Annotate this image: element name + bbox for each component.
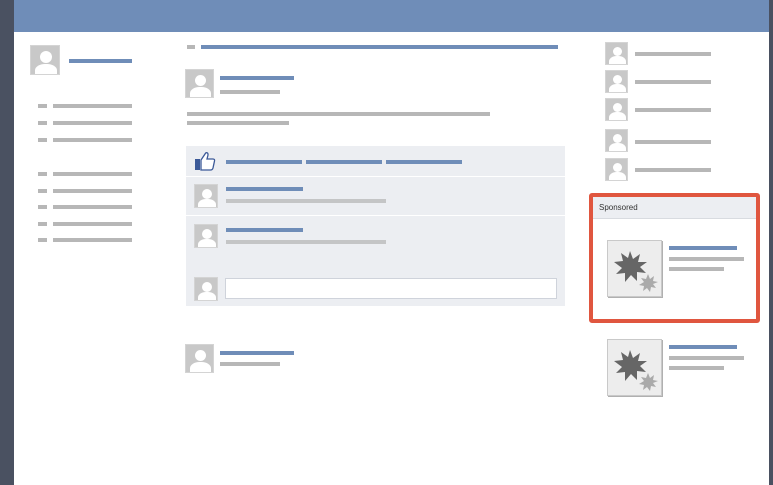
profile-avatar[interactable] — [30, 45, 60, 75]
sidebar-nav-item[interactable] — [53, 121, 132, 125]
status-composer-bar[interactable] — [201, 45, 558, 49]
nav-bullet — [38, 104, 47, 108]
comment-text — [226, 199, 386, 203]
sidebar-nav-item[interactable] — [53, 104, 132, 108]
starburst-icon — [614, 350, 658, 391]
nav-bullet — [38, 189, 47, 193]
like-summary-name[interactable] — [306, 160, 382, 164]
nav-bullet — [38, 222, 47, 226]
comment-input[interactable] — [225, 278, 557, 299]
post-timestamp — [220, 90, 280, 94]
starburst-icon — [614, 251, 658, 292]
sponsored-ad-image[interactable] — [607, 240, 662, 297]
page-frame: Sponsored — [14, 0, 769, 485]
commenter-avatar[interactable] — [194, 224, 218, 248]
thumbs-up-icon[interactable] — [194, 151, 216, 171]
sponsored-header: Sponsored — [593, 197, 756, 219]
composer-tab-indicator — [187, 45, 195, 49]
sidebar-nav-item[interactable] — [53, 205, 132, 209]
friend-avatar[interactable] — [605, 129, 628, 152]
friend-name[interactable] — [635, 108, 711, 112]
ad-body-line — [669, 257, 744, 261]
sidebar-nav-item[interactable] — [53, 222, 132, 226]
comment-text — [226, 240, 386, 244]
panel-divider — [186, 176, 565, 177]
friend-avatar[interactable] — [605, 158, 628, 181]
post-author-avatar[interactable] — [185, 69, 214, 98]
post-author-name[interactable] — [220, 351, 294, 355]
nav-bullet — [38, 205, 47, 209]
friend-avatar[interactable] — [605, 98, 628, 121]
like-summary-name[interactable] — [386, 160, 462, 164]
like-summary-name[interactable] — [226, 160, 302, 164]
post-body-line — [187, 121, 289, 125]
comment-author-name[interactable] — [226, 187, 303, 191]
friend-avatar[interactable] — [605, 70, 628, 93]
friend-name[interactable] — [635, 52, 711, 56]
nav-bullet — [38, 238, 47, 242]
friend-avatar[interactable] — [605, 42, 628, 65]
ad-image[interactable] — [607, 339, 662, 396]
sidebar-nav-item[interactable] — [53, 189, 132, 193]
nav-bullet — [38, 172, 47, 176]
ad-body-line — [669, 366, 724, 370]
post-author-name[interactable] — [220, 76, 294, 80]
sidebar-nav-item[interactable] — [53, 238, 132, 242]
post-author-avatar[interactable] — [185, 344, 214, 373]
ad-title[interactable] — [669, 246, 737, 250]
comment-author-name[interactable] — [226, 228, 303, 232]
friend-name[interactable] — [635, 140, 711, 144]
sidebar-nav-item[interactable] — [53, 138, 132, 142]
profile-name-link[interactable] — [69, 59, 132, 63]
ad-body-line — [669, 267, 724, 271]
friend-name[interactable] — [635, 168, 711, 172]
ad-body-line — [669, 356, 744, 360]
commenter-avatar[interactable] — [194, 184, 218, 208]
top-navigation-bar — [14, 0, 769, 32]
post-timestamp — [220, 362, 280, 366]
nav-bullet — [38, 138, 47, 142]
nav-bullet — [38, 121, 47, 125]
sidebar-nav-item[interactable] — [53, 172, 132, 176]
friend-name[interactable] — [635, 80, 711, 84]
panel-divider — [186, 215, 565, 216]
post-body-line — [187, 112, 490, 116]
viewer-avatar — [194, 277, 218, 301]
sponsored-label: Sponsored — [599, 203, 638, 212]
ad-title[interactable] — [669, 345, 737, 349]
